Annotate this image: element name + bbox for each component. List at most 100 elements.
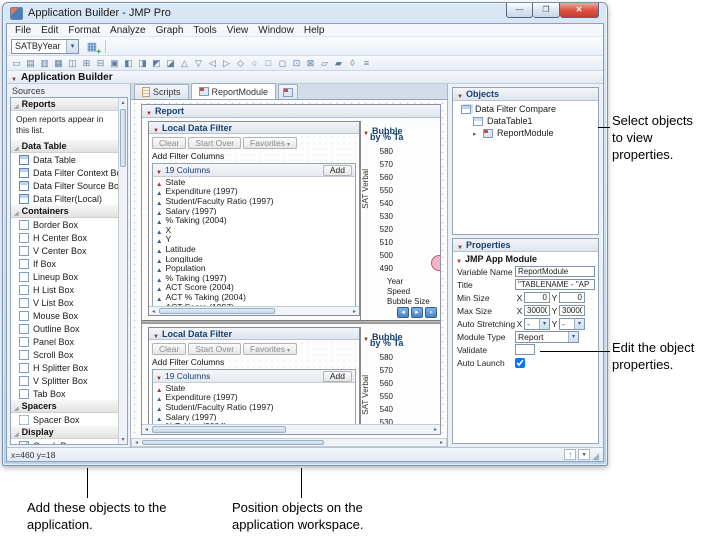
status-dropdown-button[interactable] [578, 449, 590, 460]
scroll-right-icon[interactable] [437, 439, 446, 446]
columns-header[interactable]: 19 Columns Add [153, 370, 355, 383]
stretch-x-select[interactable]: - [524, 318, 550, 330]
toolbar-icon[interactable]: ◩ [150, 57, 163, 70]
toolbar-icon[interactable]: ○ [248, 57, 261, 70]
source-item[interactable]: If Box [11, 257, 118, 270]
scrollbar-thumb[interactable] [152, 426, 286, 433]
toolbar-icon[interactable]: ◨ [136, 57, 149, 70]
toolbar-icon[interactable]: ▥ [38, 57, 51, 70]
toolbar-icon[interactable]: ⊠ [304, 57, 317, 70]
local-data-filter-2[interactable]: Local Data Filter Clear Start Over Favor… [148, 327, 360, 424]
status-up-arrow-button[interactable] [564, 449, 576, 460]
source-item[interactable]: Spacer Box [11, 413, 118, 426]
scroll-up-icon[interactable] [119, 98, 127, 107]
min-size-y-field[interactable] [559, 292, 585, 303]
menu-item[interactable]: Analyze [105, 25, 151, 36]
start-over-button[interactable]: Start Over [188, 343, 241, 355]
source-item[interactable]: Data Filter Source Box [11, 179, 118, 192]
toolbar-icon[interactable]: ⊟ [94, 57, 107, 70]
column-item[interactable]: Expenditure (1997) [153, 393, 355, 403]
toolbar-icon[interactable]: ▷ [220, 57, 233, 70]
property-group-header[interactable]: JMP App Module [453, 252, 598, 265]
toolbar-icon[interactable]: □ [262, 57, 275, 70]
menu-item[interactable]: View [222, 25, 254, 36]
report-outline[interactable]: Report Local Data Filter [141, 104, 441, 435]
workspace-canvas[interactable]: Report Local Data Filter [131, 100, 447, 438]
source-item[interactable]: Border Box [11, 218, 118, 231]
menu-item[interactable]: File [10, 25, 36, 36]
scroll-right-icon[interactable] [350, 307, 359, 315]
toolbar-icon[interactable]: ◫ [66, 57, 79, 70]
section-data-table[interactable]: Data Table [11, 140, 118, 153]
section-containers[interactable]: Containers [11, 205, 118, 218]
column-item[interactable]: Student/Faculty Ratio (1997) [153, 402, 355, 412]
tab-scripts[interactable]: Scripts [134, 84, 189, 99]
objects-header[interactable]: Objects [453, 88, 598, 101]
playback-button[interactable]: ◄ [397, 307, 409, 318]
column-item[interactable]: State [153, 383, 355, 393]
menu-item[interactable]: Format [63, 25, 105, 36]
source-item[interactable]: Panel Box [11, 335, 118, 348]
max-size-x-field[interactable] [524, 305, 550, 316]
menu-item[interactable]: Edit [36, 25, 63, 36]
tree-item-datatable[interactable]: DataTable1 [453, 115, 598, 127]
minimize-button[interactable] [506, 3, 533, 18]
scroll-left-icon[interactable] [149, 307, 158, 315]
source-item[interactable]: Scroll Box [11, 348, 118, 361]
source-item[interactable]: Outline Box [11, 322, 118, 335]
column-item[interactable]: % Taking (1997) [153, 273, 355, 283]
toolbar-icon[interactable]: ⊞ [80, 57, 93, 70]
min-size-x-field[interactable] [524, 292, 550, 303]
toolbar-icon[interactable]: ▱ [318, 57, 331, 70]
start-over-button[interactable]: Start Over [188, 137, 241, 149]
chevron-down-icon[interactable] [66, 40, 78, 53]
scroll-down-icon[interactable] [119, 435, 127, 444]
tree-item-reportmodule[interactable]: ReportModule [453, 127, 598, 139]
resize-grip[interactable] [592, 446, 599, 464]
favorites-button[interactable]: Favorites [243, 137, 297, 149]
section-spacers[interactable]: Spacers [11, 400, 118, 413]
menu-item[interactable]: Tools [188, 25, 221, 36]
toolbar-icon[interactable]: ≡ [360, 57, 373, 70]
column-item[interactable]: ACT % Taking (2004) [153, 292, 355, 302]
section-reports[interactable]: Reports [11, 98, 118, 111]
report-header[interactable]: Report [142, 105, 440, 118]
script-combo[interactable]: SATByYear [11, 39, 79, 54]
report-scrollbar[interactable] [142, 424, 440, 434]
toolbar-icon[interactable]: ▽ [192, 57, 205, 70]
scrollbar-thumb[interactable] [142, 440, 324, 445]
toolbar-icon[interactable]: ◊ [346, 57, 359, 70]
column-item[interactable]: X [153, 225, 355, 235]
source-item[interactable]: Lineup Box [11, 270, 118, 283]
validate-field[interactable] [515, 344, 535, 355]
module-type-select[interactable]: Report [515, 331, 579, 343]
section-display[interactable]: Display [11, 426, 118, 439]
column-item[interactable]: ACT Score (2004) [153, 283, 355, 293]
playback-button[interactable]: ► [411, 307, 423, 318]
bubble-plot-panel-1[interactable]: Bubble by % Ta SAT Verbal 58057056055054… [360, 121, 440, 320]
column-item[interactable]: Longitude [153, 254, 355, 264]
close-button[interactable] [560, 3, 599, 18]
local-data-filter-1[interactable]: Local Data Filter Clear Start Over Favor… [148, 121, 360, 316]
source-item[interactable]: H Center Box [11, 231, 118, 244]
column-item[interactable]: Salary (1997) [153, 206, 355, 216]
toolbar-icon[interactable]: ▤ [24, 57, 37, 70]
source-item[interactable]: Data Filter(Local) [11, 192, 118, 205]
scroll-left-icon[interactable] [132, 439, 141, 446]
toolbar-icon[interactable]: △ [178, 57, 191, 70]
clear-button[interactable]: Clear [152, 343, 186, 355]
column-item[interactable]: Y [153, 235, 355, 245]
maximize-button[interactable] [533, 3, 560, 18]
filter-scrollbar[interactable] [149, 306, 359, 315]
source-item[interactable]: V List Box [11, 296, 118, 309]
source-item[interactable]: V Splitter Box [11, 374, 118, 387]
source-item[interactable]: Tab Box [11, 387, 118, 400]
toolbar-icon[interactable]: ◪ [164, 57, 177, 70]
bubble-plot-panel-2[interactable]: Bubble by % Ta SAT Verbal 58057056055054… [360, 327, 440, 424]
toolbar-icon[interactable]: ◇ [234, 57, 247, 70]
clear-button[interactable]: Clear [152, 137, 186, 149]
column-item[interactable]: Expenditure (1997) [153, 187, 355, 197]
column-item[interactable]: State [153, 177, 355, 187]
sources-scrollbar[interactable] [118, 98, 127, 444]
column-item[interactable]: Salary (1997) [153, 412, 355, 422]
